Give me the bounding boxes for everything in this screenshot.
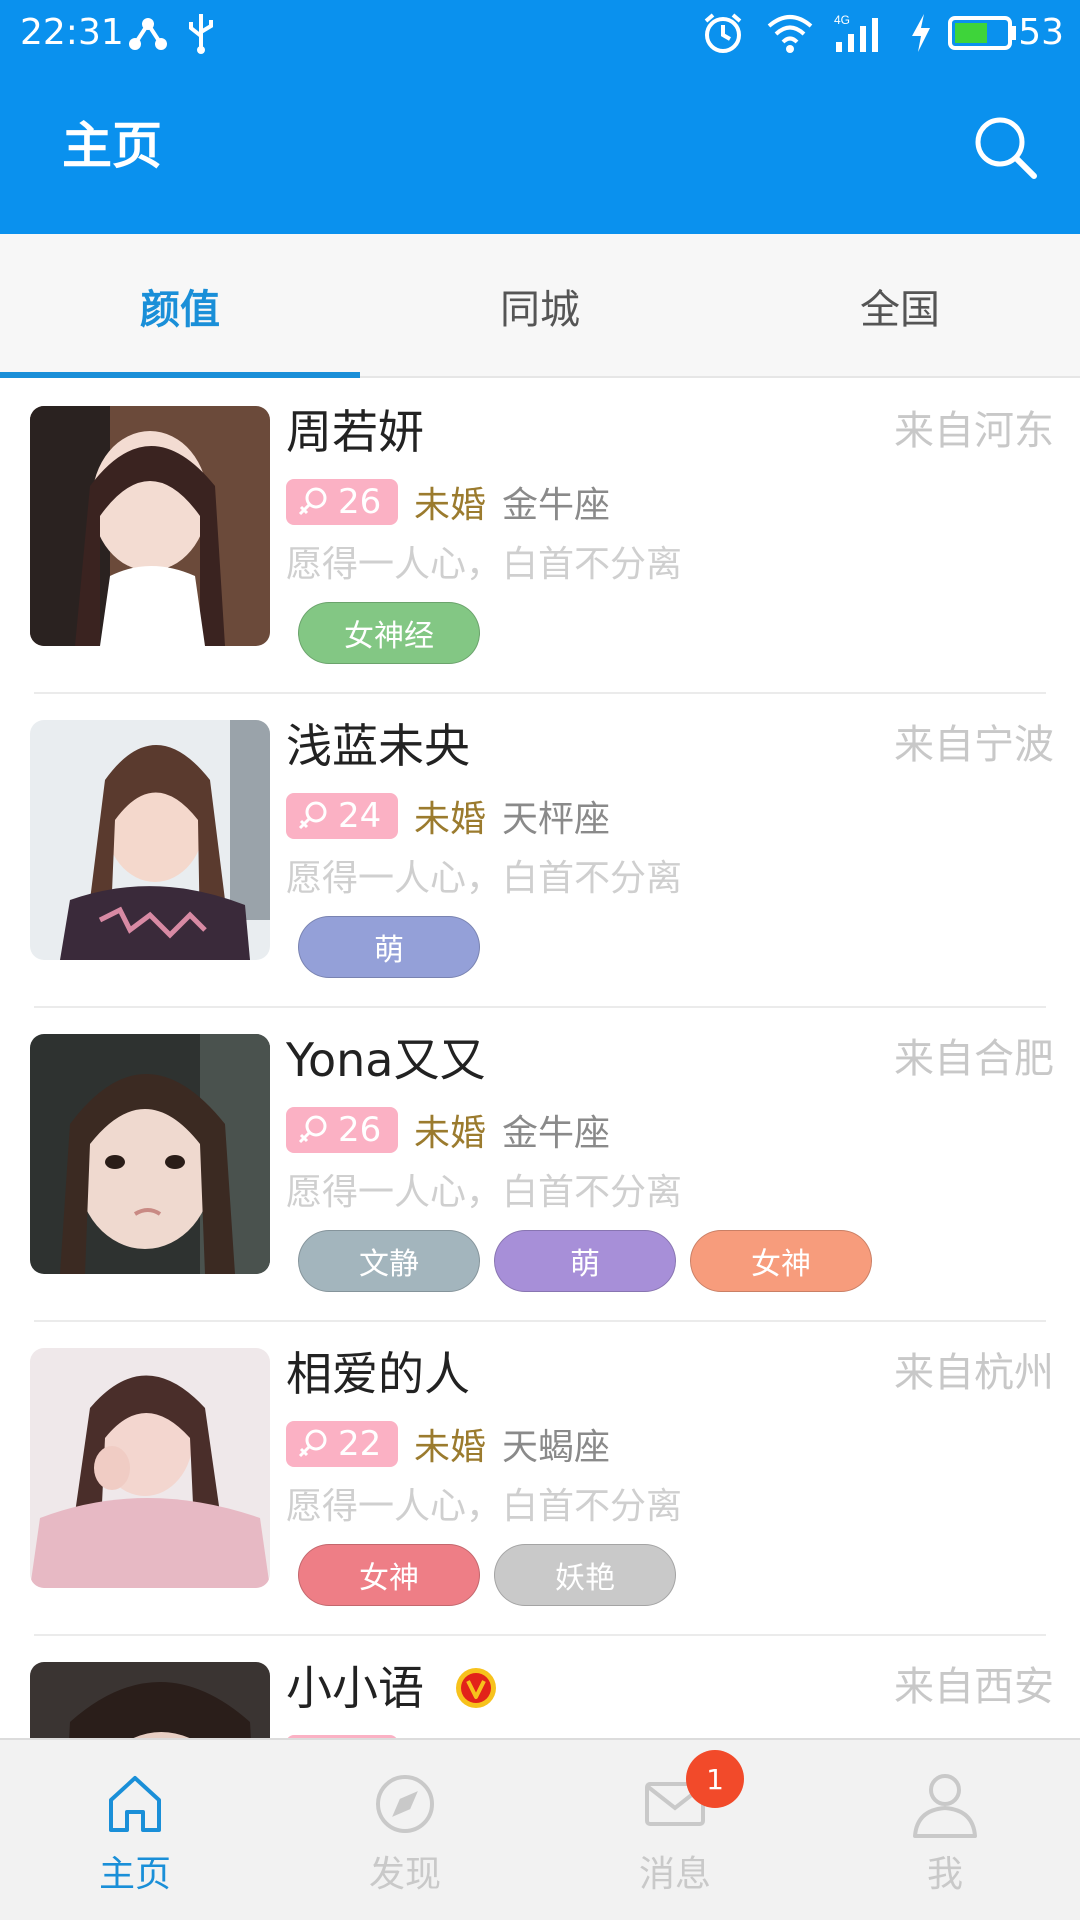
user-location: 来自河东 [894,408,1054,454]
user-name: 周若妍 [286,405,424,459]
tag-list: 女神经 [298,602,494,664]
nav-label: 我 [926,1854,963,1895]
avatar[interactable] [30,406,270,646]
avatar[interactable] [30,1034,270,1274]
female-icon [298,487,327,516]
page-title: 主页 [62,117,162,175]
tag[interactable]: 女神 [298,1544,480,1606]
nav-me[interactable]: 我 [810,1740,1080,1920]
signal-icon: 4G [834,13,878,52]
list-item[interactable]: 浅蓝未央 来自宁波 24 未婚 天枰座 愿得一人心，白首不分离 萌 [0,694,1080,1008]
tag[interactable]: 文静 [298,1230,480,1292]
usb-icon [189,14,213,54]
compass-icon [376,1775,434,1833]
user-meta: 24 未婚 天枰座 [286,792,610,840]
avatar[interactable] [30,1662,270,1738]
nav-discover[interactable]: 发现 [270,1740,540,1920]
tab-yanzhi[interactable]: 颜值 [0,234,360,378]
tab-indicator [0,372,360,378]
marital-status: 未婚 [414,799,487,840]
app-bar: 主页 [0,66,1080,234]
marital-status: 未婚 [414,1427,487,1468]
age-value: 24 [338,796,382,836]
tag-list: 文静 萌 女神 [298,1230,886,1292]
user-name: 相爱的人 [286,1347,470,1401]
nav-label: 主页 [98,1854,171,1895]
list-item[interactable]: 小小语 来自西安 [0,1636,1080,1738]
tag[interactable]: 女神 [690,1230,872,1292]
person-icon [913,1774,977,1838]
share-icon [129,18,167,50]
user-name: 浅蓝未央 [286,719,470,773]
age-badge: 26 [286,1107,398,1153]
user-name-text: 小小语 [286,1661,424,1715]
age-value: 22 [338,1424,382,1464]
zodiac: 天蝎座 [502,1427,611,1468]
zodiac: 天枰座 [502,799,611,840]
unread-badge: 1 [686,1750,744,1808]
vip-badge-icon [456,1667,496,1708]
age-value: 26 [338,482,382,522]
svg-text:4G: 4G [834,13,850,27]
marital-status: 未婚 [414,485,487,526]
avatar[interactable] [30,720,270,960]
age-badge: 26 [286,479,398,525]
user-meta: 26 未婚 金牛座 [286,478,610,526]
list-item[interactable]: Yona又又 来自合肥 26 未婚 金牛座 愿得一人心，白首不分离 文静 萌 女… [0,1008,1080,1322]
list-item[interactable]: 周若妍 来自河东 26 未婚 金牛座 愿得一人心，白首不分离 女神经 [0,380,1080,694]
female-icon [298,1429,327,1458]
user-location: 来自杭州 [894,1350,1054,1396]
marital-status: 未婚 [414,1113,487,1154]
user-meta: 26 未婚 金牛座 [286,1106,610,1154]
nav-label: 发现 [368,1854,441,1895]
user-location: 来自宁波 [894,722,1054,768]
status-bar: 22:31 4G 53 [0,0,1080,66]
user-motto: 愿得一人心，白首不分离 [286,858,683,899]
tag[interactable]: 妖艳 [494,1544,676,1606]
zodiac: 金牛座 [502,485,611,526]
user-location: 来自西安 [894,1664,1054,1710]
user-meta: 22 未婚 天蝎座 [286,1420,610,1468]
nav-home[interactable]: 主页 [0,1740,270,1920]
age-badge: 24 [286,793,398,839]
search-icon[interactable] [970,112,1040,182]
tab-quanguo[interactable]: 全国 [720,234,1080,378]
tab-tongcheng[interactable]: 同城 [360,234,720,378]
charging-icon [912,14,930,52]
zodiac: 金牛座 [502,1113,611,1154]
age-badge: 22 [286,1421,398,1467]
female-icon [298,1115,327,1144]
tag-list: 女神 妖艳 [298,1544,690,1606]
bottom-nav: 主页 发现 1 消息 我 [0,1738,1080,1920]
wifi-icon [767,15,813,53]
status-time: 22:31 [20,12,124,53]
age-value: 26 [338,1110,382,1150]
tab-bar: 颜值 同城 全国 [0,234,1080,378]
tag[interactable]: 萌 [494,1230,676,1292]
battery-icon [948,16,1016,50]
user-motto: 愿得一人心，白首不分离 [286,1486,683,1527]
nav-messages[interactable]: 1 消息 [540,1740,810,1920]
tag-list: 萌 [298,916,494,978]
alarm-icon [704,13,742,53]
tag[interactable]: 萌 [298,916,480,978]
user-motto: 愿得一人心，白首不分离 [286,544,683,585]
user-name: 小小语 [286,1658,498,1718]
user-name: Yona又又 [286,1033,486,1087]
list-item[interactable]: 相爱的人 来自杭州 22 未婚 天蝎座 愿得一人心，白首不分离 女神 妖艳 [0,1322,1080,1636]
female-icon [298,801,327,830]
home-icon [109,1776,161,1832]
user-motto: 愿得一人心，白首不分离 [286,1172,683,1213]
user-location: 来自合肥 [894,1036,1054,1082]
user-list[interactable]: 周若妍 来自河东 26 未婚 金牛座 愿得一人心，白首不分离 女神经 浅蓝未央 … [0,380,1080,1738]
tag[interactable]: 女神经 [298,602,480,664]
avatar[interactable] [30,1348,270,1588]
battery-level: 53 [1018,12,1064,53]
nav-label: 消息 [638,1854,711,1895]
